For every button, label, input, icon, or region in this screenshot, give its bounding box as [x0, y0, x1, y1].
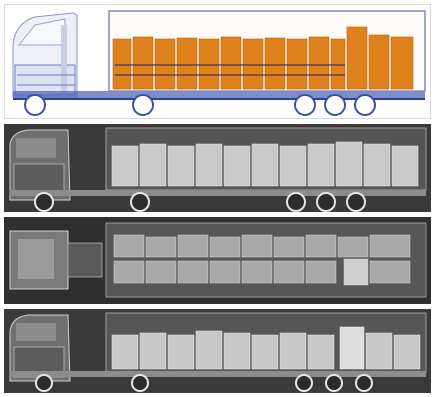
gray-xray-side-image — [4, 124, 431, 212]
chassis-frame — [10, 190, 426, 196]
color-xray-side-panel — [4, 4, 431, 119]
cargo-bags — [111, 141, 419, 187]
xray-figure — [0, 0, 435, 397]
color-xray-image — [12, 10, 426, 116]
gray-xray-top-panel — [4, 217, 431, 304]
truck-cab — [9, 129, 71, 201]
gray-xray-side-image-2 — [4, 309, 431, 393]
truck-cab — [12, 12, 78, 98]
gray-xray-side-panel-2 — [4, 309, 431, 393]
gray-xray-side-panel — [4, 124, 431, 212]
gray-xray-top-image — [4, 217, 431, 304]
container-outline — [105, 222, 427, 298]
